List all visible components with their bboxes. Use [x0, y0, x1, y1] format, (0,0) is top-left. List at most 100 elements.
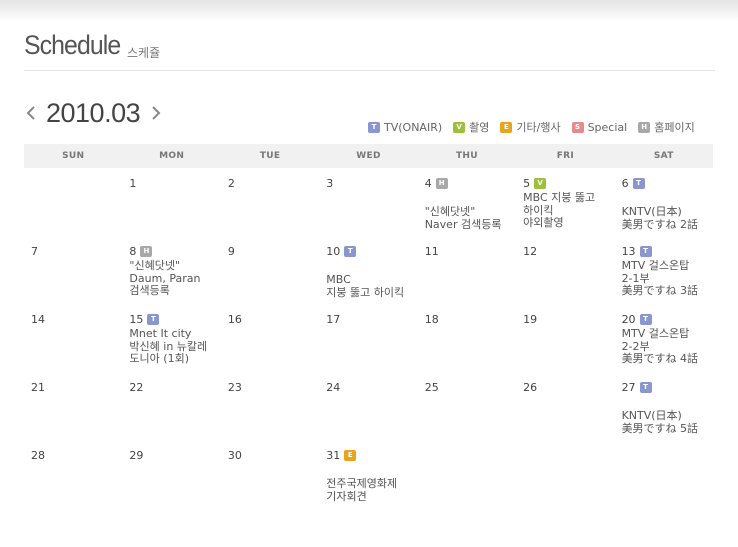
- category-h-badge: H: [140, 245, 153, 257]
- date-number: 8: [129, 244, 137, 258]
- date-line: 9: [228, 244, 319, 258]
- calendar-day[interactable]: 27 T KNTV(日本) 美男ですね 5話: [615, 380, 713, 448]
- calendar-day[interactable]: 5 V MBC 지붕 뚫고 하이킥 야외촬영: [516, 176, 614, 244]
- date-number: 25: [424, 380, 439, 394]
- date-line: 29: [129, 448, 220, 462]
- date-line: 6T: [622, 176, 713, 190]
- calendar-day[interactable]: 20 T MTV 걸스온탑 2-2부 美男ですね 4話: [615, 312, 713, 380]
- schedule-event[interactable]: MTV 걸스온탑 2-2부 美男ですね 4話: [622, 327, 713, 366]
- calendar-day[interactable]: 21: [24, 380, 122, 448]
- calendar-week: 21 22 23 24 25 26 27 T KNTV(日本) 美男ですね 5話: [24, 380, 713, 448]
- page-header: Schedule 스케쥴: [24, 30, 160, 61]
- calendar-day[interactable]: 29: [122, 448, 220, 516]
- category-t-badge: T: [147, 313, 160, 325]
- calendar-day[interactable]: 3: [319, 176, 417, 244]
- calendar-day[interactable]: 31 E 전주국제영화제 기자회견: [319, 448, 417, 516]
- calendar-day[interactable]: 2: [221, 176, 319, 244]
- calendar-day[interactable]: 14: [24, 312, 122, 380]
- date-line: 13 T: [622, 244, 713, 258]
- legend-item: S Special: [571, 119, 627, 135]
- schedule-event[interactable]: KNTV(日本) 美男ですね 2話: [622, 205, 713, 231]
- current-month: 2010.03: [46, 98, 141, 128]
- calendar-day[interactable]: 11: [418, 244, 516, 312]
- schedule-event[interactable]: MTV 걸스온탑 2-1부 美男ですね 3話: [622, 259, 713, 298]
- page-title: Schedule: [24, 30, 121, 60]
- date-line: [31, 176, 122, 190]
- date-line: 28: [31, 448, 122, 462]
- date-line: 16: [228, 312, 319, 326]
- date-number: 27: [621, 380, 636, 394]
- date-number: 31: [326, 448, 341, 462]
- date-number: 18: [424, 312, 439, 326]
- calendar-day[interactable]: 7: [24, 244, 122, 312]
- schedule-event[interactable]: KNTV(日本) 美男ですね 5話: [622, 409, 713, 435]
- calendar-day[interactable]: 25: [418, 380, 516, 448]
- date-number: 19: [523, 312, 538, 326]
- calendar-day[interactable]: 23: [221, 380, 319, 448]
- chevron-left-icon[interactable]: [24, 102, 38, 124]
- calendar-day[interactable]: 1: [122, 176, 220, 244]
- date-number: 2: [227, 176, 235, 190]
- category-h-badge: H: [638, 121, 651, 133]
- chevron-right-icon[interactable]: [149, 102, 163, 124]
- calendar-day[interactable]: 9: [221, 244, 319, 312]
- date-line: 14: [31, 312, 122, 326]
- category-t-badge: T: [368, 121, 380, 133]
- calendar-day[interactable]: 22: [122, 380, 220, 448]
- date-number: 23: [227, 380, 242, 394]
- schedule-event[interactable]: "신혜닷넷" Naver 검색등록: [425, 205, 516, 231]
- calendar-day[interactable]: 16: [221, 312, 319, 380]
- schedule-event[interactable]: Mnet It city 박신혜 in 뉴칼레 도니아 (1회): [129, 327, 220, 366]
- date-line: 3: [326, 176, 417, 190]
- calendar-day[interactable]: 19: [516, 312, 614, 380]
- calendar-day[interactable]: 6 T KNTV(日本) 美男ですね 2話: [615, 176, 713, 244]
- date-line: 1: [129, 176, 220, 190]
- date-number: 4: [424, 176, 432, 190]
- date-line: 21: [31, 380, 122, 394]
- weekday-label: MON: [159, 151, 185, 161]
- date-number: 30: [227, 448, 242, 462]
- calendar-day[interactable]: 24: [319, 380, 417, 448]
- date-line: 15 T: [129, 312, 220, 326]
- calendar-day[interactable]: 17: [319, 312, 417, 380]
- date-number: 10: [326, 244, 341, 258]
- date-line: 17: [326, 312, 417, 326]
- calendar-grid: 1 2 3 4 H "신혜닷넷" Naver 검색등록 5 V MBC 지붕 뚫고 하이킥 야외…: [24, 176, 713, 516]
- date-number: 15: [129, 312, 144, 326]
- calendar-day[interactable]: 28: [24, 448, 122, 516]
- date-line: 7: [31, 244, 122, 258]
- calendar-day[interactable]: 26: [516, 380, 614, 448]
- weekday-label: THU: [455, 151, 478, 161]
- category-v-badge: V: [453, 121, 466, 133]
- schedule-event[interactable]: "신혜닷넷" Daum, Paran 검색등록: [129, 259, 220, 298]
- calendar-day[interactable]: 13 T MTV 걸스온탑 2-1부 美男ですね 3話: [615, 244, 713, 312]
- calendar-day[interactable]: 10 T MBC 지붕 뚫고 하이킥: [319, 244, 417, 312]
- category-t-badge: T: [632, 177, 645, 189]
- calendar-day[interactable]: 30: [221, 448, 319, 516]
- calendar-day: [516, 448, 614, 516]
- legend-label: 기타/행사: [516, 121, 561, 134]
- date-line: 8H: [129, 244, 220, 258]
- date-number: 29: [129, 448, 144, 462]
- date-line: 5V: [523, 176, 614, 190]
- schedule-event[interactable]: MBC 지붕 뚫고 하이킥: [326, 273, 417, 299]
- category-t-badge: T: [639, 245, 652, 257]
- date-number: 7: [31, 244, 38, 258]
- calendar-day[interactable]: 12: [516, 244, 614, 312]
- schedule-event[interactable]: MBC 지붕 뚫고 하이킥 야외촬영: [523, 191, 614, 230]
- calendar-day: [615, 448, 713, 516]
- top-bar: [0, 0, 738, 22]
- date-number: 5: [523, 176, 531, 190]
- date-number: 1: [129, 176, 137, 190]
- date-number: 22: [129, 380, 144, 394]
- page-subtitle: 스케쥴: [127, 46, 161, 60]
- calendar-day[interactable]: 8 H "신혜닷넷" Daum, Paran 검색등록: [122, 244, 220, 312]
- legend-label: TV(ONAIR): [384, 120, 443, 134]
- legend-item: E 기타/행사: [500, 119, 561, 135]
- calendar-day[interactable]: 15 T Mnet It city 박신혜 in 뉴칼레 도니아 (1회): [122, 312, 220, 380]
- calendar-day[interactable]: 4 H "신혜닷넷" Naver 검색등록: [418, 176, 516, 244]
- weekday-label: FRI: [556, 151, 575, 161]
- date-line: [622, 448, 713, 462]
- calendar-day[interactable]: 18: [418, 312, 516, 380]
- schedule-event[interactable]: 전주국제영화제 기자회견: [326, 477, 417, 503]
